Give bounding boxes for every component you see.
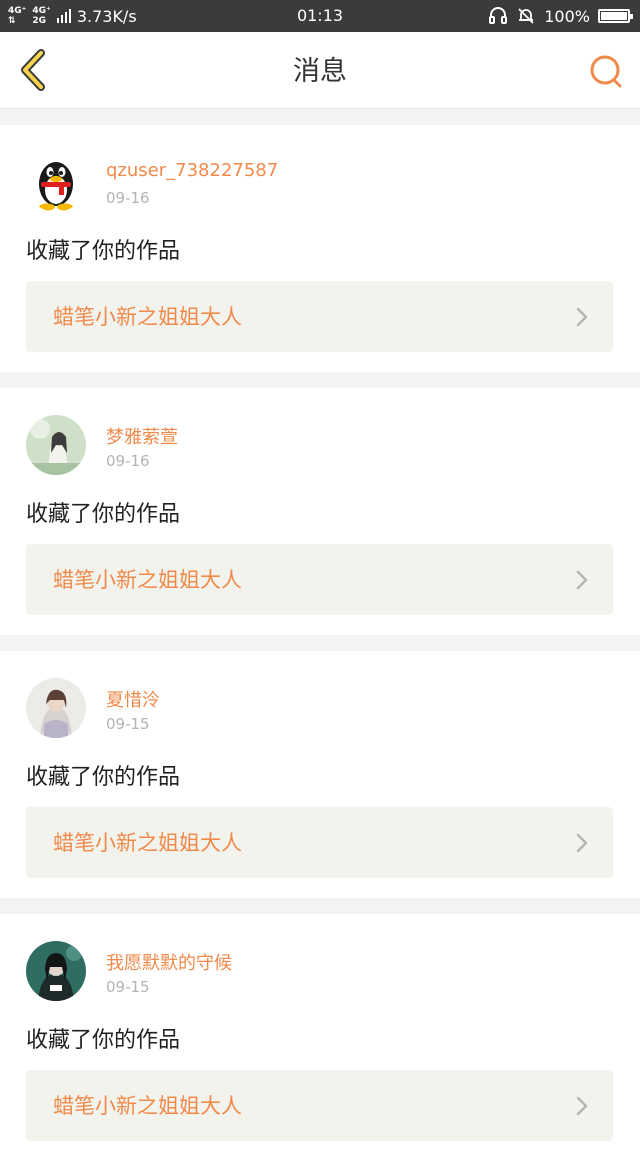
work-title: 蜡笔小新之姐姐大人	[53, 305, 242, 329]
message-card: 我愿默默的守候 09-15 收藏了你的作品 蜡笔小新之姐姐大人	[0, 914, 640, 1161]
battery-icon	[598, 9, 633, 23]
user-avatar[interactable]	[26, 678, 86, 738]
work-title: 蜡笔小新之姐姐大人	[53, 1094, 242, 1118]
message-date: 09-16	[106, 189, 150, 207]
username[interactable]: 夏惜泠	[106, 686, 160, 712]
chevron-right-icon	[576, 307, 588, 327]
page-title: 消息	[293, 56, 347, 87]
chevron-left-icon	[21, 49, 45, 91]
nav-bar: 消息	[0, 32, 640, 109]
work-link[interactable]: 蜡笔小新之姐姐大人	[26, 807, 613, 878]
work-title: 蜡笔小新之姐姐大人	[53, 568, 242, 592]
user-photo-icon	[26, 415, 86, 475]
user-avatar[interactable]	[26, 941, 86, 1001]
qq-penguin-icon	[26, 152, 86, 212]
status-bar: 4G⁺ ⇅ 4G⁺ 2G 3.73K/s 01:13 100%	[0, 0, 640, 32]
message-action: 收藏了你的作品	[26, 502, 181, 527]
bell-muted-icon	[518, 8, 534, 24]
message-action: 收藏了你的作品	[26, 765, 181, 790]
user-photo-icon	[26, 941, 86, 1001]
message-date: 09-16	[106, 452, 150, 470]
status-right: 100%	[488, 0, 633, 32]
battery-fill	[601, 12, 627, 20]
user-photo-icon	[26, 678, 86, 738]
message-card: 夏惜泠 09-15 收藏了你的作品 蜡笔小新之姐姐大人	[0, 651, 640, 898]
username[interactable]: 我愿默默的守候	[106, 949, 232, 975]
work-link[interactable]: 蜡笔小新之姐姐大人	[26, 1070, 613, 1141]
chevron-right-icon	[576, 833, 588, 853]
headset-icon	[489, 7, 508, 24]
message-list: qzuser_738227587 09-16 收藏了你的作品 蜡笔小新之姐姐大人…	[0, 109, 640, 1161]
message-action: 收藏了你的作品	[26, 1028, 181, 1053]
message-date: 09-15	[106, 978, 150, 996]
message-date: 09-15	[106, 715, 150, 733]
username[interactable]: 梦雅萦萱	[106, 423, 178, 449]
work-title: 蜡笔小新之姐姐大人	[53, 831, 242, 855]
work-link[interactable]: 蜡笔小新之姐姐大人	[26, 544, 613, 615]
user-avatar[interactable]	[26, 152, 86, 212]
chevron-right-icon	[576, 1096, 588, 1116]
user-avatar[interactable]	[26, 415, 86, 475]
back-button[interactable]	[14, 49, 54, 91]
search-icon	[590, 55, 622, 88]
chevron-right-icon	[576, 570, 588, 590]
search-button[interactable]	[586, 52, 626, 92]
message-card: 梦雅萦萱 09-16 收藏了你的作品 蜡笔小新之姐姐大人	[0, 388, 640, 635]
message-card: qzuser_738227587 09-16 收藏了你的作品 蜡笔小新之姐姐大人	[0, 125, 640, 372]
battery-percent: 100%	[544, 6, 590, 26]
work-link[interactable]: 蜡笔小新之姐姐大人	[26, 281, 613, 352]
username[interactable]: qzuser_738227587	[106, 160, 278, 181]
message-action: 收藏了你的作品	[26, 239, 181, 264]
